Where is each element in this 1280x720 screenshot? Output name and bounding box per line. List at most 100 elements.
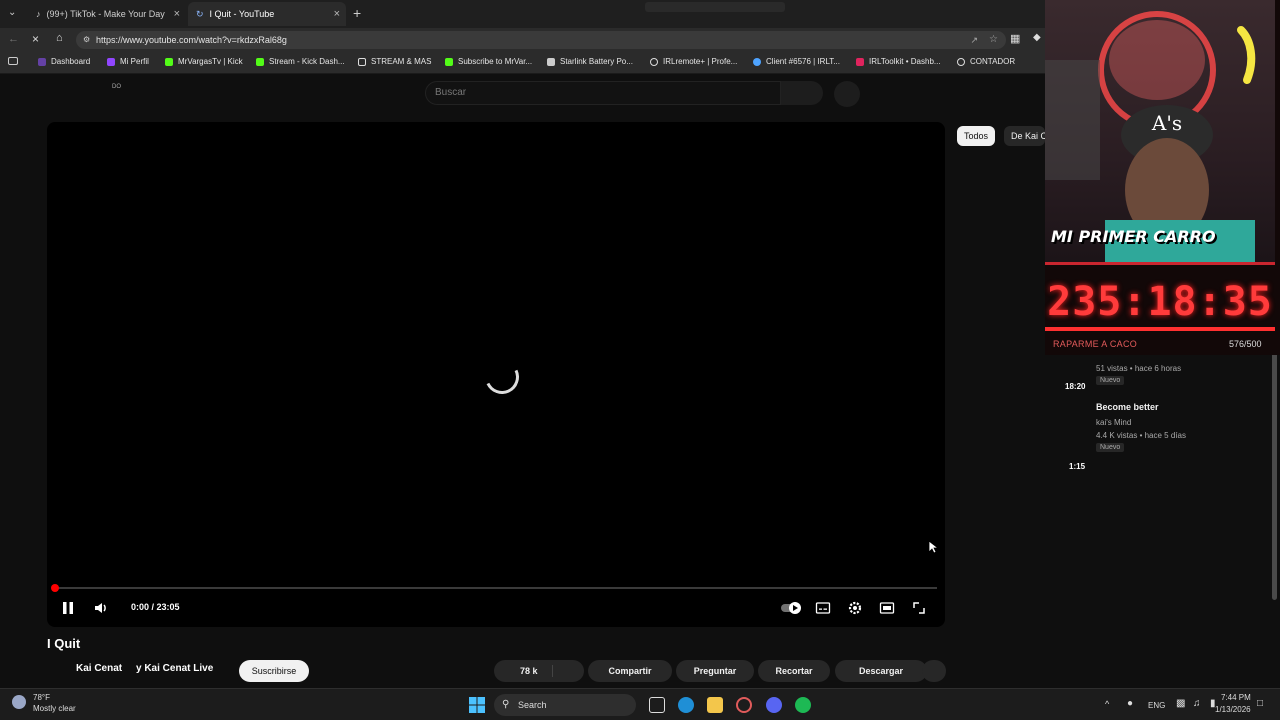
bookmark-contador[interactable]: CONTADOR <box>957 57 1015 66</box>
taskbar-search-label: Search <box>518 700 547 710</box>
search-input[interactable]: Buscar <box>425 81 781 105</box>
tab-tiktok[interactable]: ♪ (99+) TikTok - Make Your Day × <box>28 2 186 26</box>
more-actions-button[interactable] <box>922 660 946 682</box>
channel-name[interactable]: kai's Mind <box>1096 418 1131 427</box>
windows-start-icon[interactable] <box>469 697 485 713</box>
subtitles-icon[interactable] <box>815 600 831 616</box>
language-indicator[interactable]: ENG <box>1148 701 1165 710</box>
volume-icon[interactable] <box>93 600 109 616</box>
back-icon[interactable]: ← <box>8 33 19 45</box>
reload-icon[interactable]: × <box>32 32 39 46</box>
favorite-star-icon[interactable]: ☆ <box>989 31 998 49</box>
like-button[interactable]: 78 k <box>494 660 584 682</box>
video-title-link[interactable]: Become better <box>1096 402 1159 412</box>
app-icon[interactable] <box>736 697 752 713</box>
tab-youtube-title: I Quit - YouTube <box>209 9 275 19</box>
search-button[interactable] <box>781 81 823 105</box>
pause-icon[interactable] <box>60 600 76 616</box>
clock-time[interactable]: 7:44 PM <box>1221 693 1251 702</box>
channel-name-link[interactable]: y Kai Cenat Live <box>136 663 213 674</box>
video-duration: 18:20 <box>1065 382 1086 391</box>
url-field[interactable]: ⚙ https://www.youtube.com/watch?v=rkdzxR… <box>76 31 1006 49</box>
bookmark-client[interactable]: Client #6576 | IRLT... <box>753 57 840 66</box>
home-icon[interactable]: ⌂ <box>56 32 63 44</box>
bookmark-label: CONTADOR <box>970 57 1016 66</box>
new-badge: Nuevo <box>1096 443 1125 452</box>
bookmark-label: Dashboard <box>51 57 91 66</box>
window-drag-region <box>645 2 785 12</box>
share-button[interactable]: Compartir <box>588 660 672 682</box>
tab-close-icon[interactable]: × <box>174 8 180 20</box>
sidebar-toggle-icon[interactable] <box>8 57 18 65</box>
new-tab-icon[interactable]: + <box>353 5 361 21</box>
fullscreen-icon[interactable] <box>911 600 927 616</box>
tab-youtube[interactable]: ↻ I Quit - YouTube × <box>188 2 346 26</box>
settings-gear-icon[interactable] <box>847 600 863 616</box>
file-explorer-icon[interactable] <box>707 697 723 713</box>
weather-temp: 78°F <box>33 693 50 702</box>
extensions-icon[interactable]: ▦ <box>1010 32 1020 45</box>
overlay-banner: MI PRIMER CARRO <box>1051 228 1216 245</box>
extension-icon[interactable]: ◆ <box>1033 32 1041 43</box>
subathon-timer: 235:18:35 <box>1047 279 1273 325</box>
discord-icon[interactable] <box>766 697 782 713</box>
search-icon: ⚲ <box>502 699 510 710</box>
progress-scrubber[interactable] <box>51 584 59 592</box>
spotify-icon[interactable] <box>795 697 811 713</box>
download-button[interactable]: Descargar <box>835 660 927 682</box>
bookmark-subscribe[interactable]: Subscribe to MrVar... <box>445 57 532 66</box>
bookmark-irltoolkit[interactable]: IRLToolkit • Dashb... <box>856 57 941 66</box>
cap-logo-icon: A's <box>1151 111 1182 135</box>
taskbar-search[interactable]: ⚲ Search <box>494 694 636 716</box>
notifications-icon[interactable]: □ <box>1257 698 1263 709</box>
bookmark-stream-mas[interactable]: STREAM & MAS <box>358 57 431 66</box>
tab-list-chevron-icon[interactable]: ⌄ <box>8 7 16 18</box>
video-meta: 4.4 K vistas • hace 5 días <box>1096 431 1186 440</box>
globe-icon <box>650 57 658 66</box>
ask-button[interactable]: Preguntar <box>676 660 754 682</box>
loading-icon: ↻ <box>196 8 204 19</box>
bookmark-label: IRLremote+ | Profe... <box>663 57 738 66</box>
theater-mode-icon[interactable] <box>879 600 895 616</box>
microphone-icon[interactable]: ● <box>1127 698 1133 709</box>
clip-button[interactable]: Recortar <box>758 660 830 682</box>
video-duration: 1:15 <box>1069 462 1086 471</box>
autoplay-toggle[interactable] <box>780 600 802 616</box>
open-in-app-icon[interactable]: ↗ <box>970 31 978 49</box>
bookmark-icon <box>107 57 115 66</box>
bookmark-kick[interactable]: MrVargasTv | Kick <box>165 57 243 66</box>
mouse-cursor-icon <box>928 540 940 559</box>
bookmark-mi-perfil[interactable]: Mi Perfil <box>107 57 149 66</box>
bookmark-label: MrVargasTv | Kick <box>178 57 243 66</box>
bookmark-kick-dashboard[interactable]: Stream - Kick Dash... <box>256 57 345 66</box>
cloud-icon <box>753 57 761 66</box>
site-info-icon[interactable]: ⚙ <box>83 31 90 49</box>
bookmark-label: Subscribe to MrVar... <box>458 57 533 66</box>
tab-close-icon[interactable]: × <box>334 8 340 20</box>
tray-chevron-icon[interactable]: ^ <box>1105 699 1109 709</box>
network-icon[interactable]: ▩ <box>1176 698 1185 709</box>
filter-chip-all[interactable]: Todos <box>957 126 996 146</box>
filter-chip-channel[interactable]: De Kai C <box>1004 126 1045 146</box>
volume-tray-icon[interactable]: ♫ <box>1193 698 1201 709</box>
tab-tiktok-title: (99+) TikTok - Make Your Day <box>46 9 165 19</box>
bookmark-irlremote[interactable]: IRLremote+ | Profe... <box>650 57 737 66</box>
youtube-logo-fragment[interactable]: DO <box>112 84 121 90</box>
edge-browser-icon[interactable] <box>678 697 694 713</box>
clock-date[interactable]: 1/13/2026 <box>1215 705 1251 714</box>
kick-icon <box>256 57 264 66</box>
bookmark-dashboard[interactable]: Dashboard <box>38 57 90 66</box>
subscribe-button[interactable]: Suscribirse <box>239 660 309 682</box>
bookmark-label: IRLToolkit • Dashb... <box>869 57 941 66</box>
voice-search-button[interactable] <box>834 81 860 107</box>
weather-widget[interactable]: 78°F Mostly clear <box>10 693 90 717</box>
video-progress-bar[interactable] <box>55 587 937 589</box>
address-toolbar: ← × ⌂ ⚙ https://www.youtube.com/watch?v=… <box>0 28 1045 52</box>
video-title: I Quit <box>47 636 81 651</box>
task-view-icon[interactable] <box>649 697 665 713</box>
goal-progress-fill <box>1045 327 1275 331</box>
bookmark-starlink[interactable]: Starlink Battery Po... <box>547 57 633 66</box>
new-badge: Nuevo <box>1096 376 1125 385</box>
channel-name-link[interactable]: Kai Cenat <box>76 663 122 674</box>
bookmark-label: Stream - Kick Dash... <box>269 57 345 66</box>
